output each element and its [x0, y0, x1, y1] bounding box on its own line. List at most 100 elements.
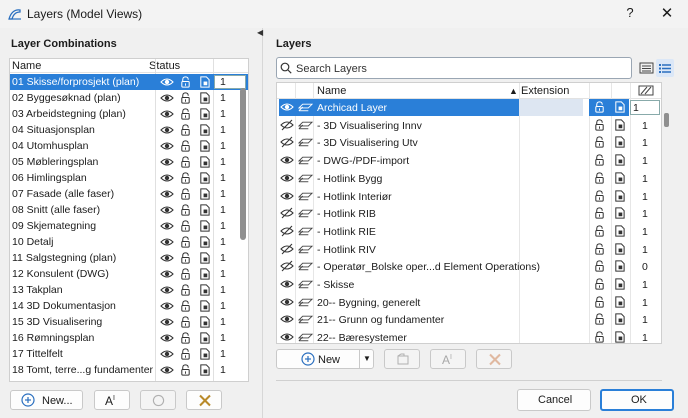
list-item[interactable]: 07 Fasade (alle faser) 1	[10, 186, 248, 202]
eye-icon[interactable]	[160, 220, 174, 232]
lock-icon[interactable]	[179, 108, 192, 120]
wireframe-icon[interactable]	[198, 172, 211, 184]
redefine-combination-button[interactable]	[140, 390, 176, 410]
eye-icon[interactable]	[280, 154, 294, 167]
table-row[interactable]: - DWG-/PDF-import 1	[277, 152, 661, 170]
table-row[interactable]: 21-- Grunn og fundamenter 1	[277, 311, 661, 329]
wireframe-icon[interactable]	[198, 332, 211, 344]
rename-combination-button[interactable]: AI	[94, 390, 130, 410]
wireframe-icon[interactable]	[198, 236, 211, 248]
eye-icon[interactable]	[160, 172, 174, 184]
column-name[interactable]: Name	[317, 85, 346, 97]
eye-icon[interactable]	[160, 188, 174, 200]
lock-icon[interactable]	[179, 236, 192, 248]
lock-icon[interactable]	[593, 243, 607, 256]
wireframe-icon[interactable]	[198, 124, 211, 136]
eye-icon[interactable]	[280, 331, 294, 343]
lock-icon[interactable]	[179, 76, 192, 88]
eye-icon[interactable]	[160, 284, 174, 296]
table-row[interactable]: 20-- Bygning, generelt 1	[277, 294, 661, 312]
lock-icon[interactable]	[593, 101, 607, 114]
eye-icon[interactable]	[160, 92, 174, 104]
wireframe-icon[interactable]	[198, 284, 211, 296]
cancel-button[interactable]: Cancel	[517, 389, 591, 411]
list-item[interactable]: 14 3D Dokumentasjon 1	[10, 298, 248, 314]
wireframe-icon[interactable]	[198, 92, 211, 104]
table-row[interactable]: - Hotlink RIV 1	[277, 241, 661, 259]
chevron-down-icon[interactable]: ▼	[363, 354, 371, 363]
lock-icon[interactable]	[179, 348, 192, 360]
wireframe-icon[interactable]	[198, 300, 211, 312]
lock-icon[interactable]	[179, 156, 192, 168]
wireframe-icon[interactable]	[198, 188, 211, 200]
list-item[interactable]: 12 Konsulent (DWG) 1	[10, 266, 248, 282]
list-item[interactable]: 18 Tomt, terre...g fundamenter 1	[10, 362, 248, 378]
lock-icon[interactable]	[593, 207, 607, 220]
wireframe-icon[interactable]	[198, 76, 211, 88]
wireframe-icon[interactable]	[613, 313, 627, 326]
list-item[interactable]: 16 Rømningsplan 1	[10, 330, 248, 346]
scrollbar[interactable]	[664, 113, 669, 127]
lock-icon[interactable]	[179, 300, 192, 312]
eye-icon[interactable]	[160, 108, 174, 120]
wireframe-icon[interactable]	[198, 220, 211, 232]
lock-icon[interactable]	[179, 332, 192, 344]
list-item[interactable]: 06 Himlingsplan 1	[10, 170, 248, 186]
lock-icon[interactable]	[179, 268, 192, 280]
lock-icon[interactable]	[593, 136, 607, 149]
search-input[interactable]: Search Layers	[276, 57, 632, 79]
scrollbar[interactable]	[240, 88, 246, 240]
eye-icon[interactable]	[160, 316, 174, 328]
eye-icon[interactable]	[160, 236, 174, 248]
lock-icon[interactable]	[179, 92, 192, 104]
wireframe-icon[interactable]	[198, 108, 211, 120]
list-item[interactable]: 04 Utomhusplan 1	[10, 138, 248, 154]
layers-table[interactable]: Name ▲ Extension Archicad Layer 1 - 3D V…	[276, 82, 662, 344]
wireframe-icon[interactable]	[613, 225, 627, 238]
wireframe-icon[interactable]	[613, 278, 627, 291]
eye-icon[interactable]	[280, 172, 294, 185]
delete-layer-button[interactable]	[476, 349, 512, 369]
eye-icon[interactable]	[280, 313, 294, 326]
wireframe-icon[interactable]	[198, 204, 211, 216]
wireframe-icon[interactable]	[613, 207, 627, 220]
table-row[interactable]: - Hotlink Interiør 1	[277, 188, 661, 206]
list-item[interactable]: 10 Detalj 1	[10, 234, 248, 250]
wireframe-icon[interactable]	[198, 364, 211, 376]
wireframe-icon[interactable]	[613, 189, 627, 203]
lock-icon[interactable]	[179, 284, 192, 296]
new-layer-button[interactable]: New ▼	[276, 349, 374, 369]
eye-icon[interactable]	[280, 278, 294, 291]
wireframe-icon[interactable]	[198, 140, 211, 152]
list-item[interactable]: 11 Salgstegning (plan) 1	[10, 250, 248, 266]
wireframe-icon[interactable]	[198, 268, 211, 280]
list-item[interactable]: 03 Arbeidstegning (plan) 1	[10, 106, 248, 122]
lock-icon[interactable]	[593, 225, 607, 238]
eye-icon[interactable]	[160, 300, 174, 312]
table-row[interactable]: - Hotlink RIE 1	[277, 223, 661, 241]
lock-icon[interactable]	[593, 313, 607, 326]
lock-icon[interactable]	[179, 252, 192, 264]
new-combination-button[interactable]: New...	[10, 390, 83, 410]
lock-icon[interactable]	[179, 364, 192, 376]
eye-icon[interactable]	[160, 76, 174, 88]
lock-icon[interactable]	[179, 172, 192, 184]
list-item[interactable]: 08 Snitt (alle faser) 1	[10, 202, 248, 218]
list-item[interactable]: 02 Byggesøknad (plan) 1	[10, 90, 248, 106]
table-row[interactable]: - Skisse 1	[277, 276, 661, 294]
eye-icon[interactable]	[160, 332, 174, 344]
wireframe-icon[interactable]	[613, 154, 627, 167]
eye-icon[interactable]	[160, 140, 174, 152]
wireframe-icon[interactable]	[613, 296, 627, 309]
column-extension[interactable]: Extension	[521, 85, 569, 97]
lock-icon[interactable]	[593, 154, 607, 167]
intersection-priority-icon[interactable]	[638, 85, 654, 96]
table-row[interactable]: - 3D Visualisering Utv 1	[277, 134, 661, 152]
table-row[interactable]: 22-- Bæresystemer 1	[277, 329, 661, 343]
wireframe-icon[interactable]	[613, 119, 627, 132]
wireframe-icon[interactable]	[613, 172, 627, 185]
lock-icon[interactable]	[179, 204, 192, 216]
lock-icon[interactable]	[593, 172, 607, 185]
layer-folder-button[interactable]	[384, 349, 420, 369]
help-button[interactable]: ?	[622, 5, 638, 20]
